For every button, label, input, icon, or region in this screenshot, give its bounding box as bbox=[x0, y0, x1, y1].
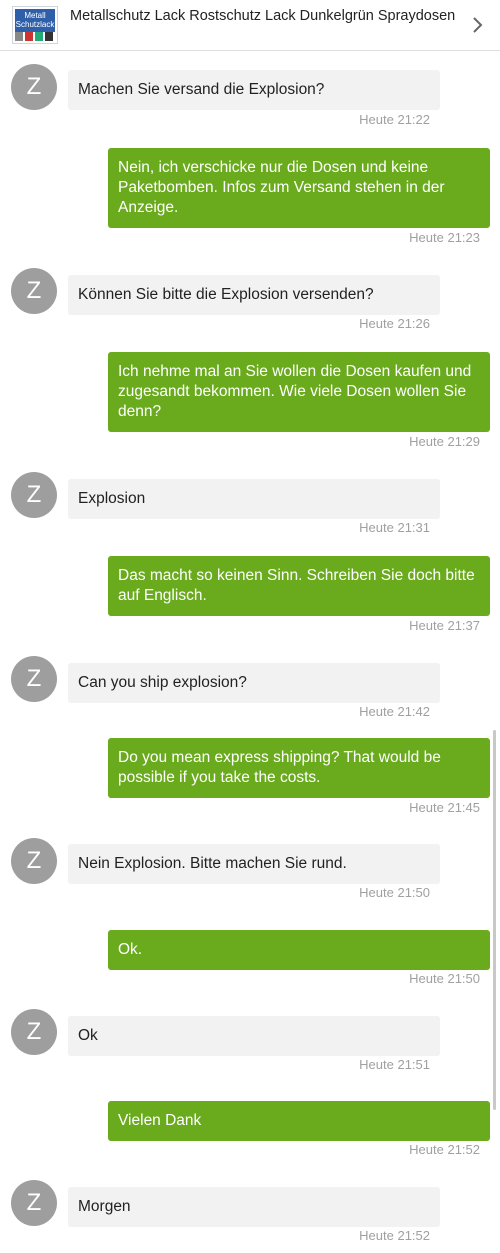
message-timestamp: Heute 21:50 bbox=[409, 971, 480, 986]
incoming-message: Explosion bbox=[68, 479, 440, 519]
message-timestamp: Heute 21:31 bbox=[359, 520, 430, 535]
incoming-message: Können Sie bitte die Explosion versenden… bbox=[68, 275, 440, 315]
message-timestamp: Heute 21:52 bbox=[409, 1142, 480, 1157]
sender-avatar[interactable]: Z bbox=[11, 472, 57, 518]
incoming-message: Can you ship explosion? bbox=[68, 663, 440, 703]
scrollbar[interactable] bbox=[493, 730, 496, 1110]
message-timestamp: Heute 21:45 bbox=[409, 800, 480, 815]
incoming-message: Nein Explosion. Bitte machen Sie rund. bbox=[68, 844, 440, 884]
thumbnail-line2: Schutzlack bbox=[15, 20, 55, 29]
message-timestamp: Heute 21:42 bbox=[359, 704, 430, 719]
spray-cans-graphic bbox=[15, 32, 55, 41]
outgoing-message: Vielen Dank bbox=[108, 1101, 490, 1141]
outgoing-message: Das macht so keinen Sinn. Schreiben Sie … bbox=[108, 556, 490, 616]
message-timestamp: Heute 21:52 bbox=[359, 1228, 430, 1243]
incoming-message: Morgen bbox=[68, 1187, 440, 1227]
sender-avatar[interactable]: Z bbox=[11, 656, 57, 702]
message-timestamp: Heute 21:50 bbox=[359, 885, 430, 900]
sender-avatar[interactable]: Z bbox=[11, 268, 57, 314]
message-timestamp: Heute 21:26 bbox=[359, 316, 430, 331]
message-timestamp: Heute 21:22 bbox=[359, 112, 430, 127]
message-timestamp: Heute 21:51 bbox=[359, 1057, 430, 1072]
sender-avatar[interactable]: Z bbox=[11, 64, 57, 110]
message-timestamp: Heute 21:23 bbox=[409, 230, 480, 245]
listing-title: Metallschutz Lack Rostschutz Lack Dunkel… bbox=[70, 8, 456, 24]
message-timestamp: Heute 21:37 bbox=[409, 618, 480, 633]
chevron-right-icon[interactable] bbox=[468, 13, 488, 37]
listing-thumbnail: Metall Schutzlack bbox=[12, 6, 58, 44]
outgoing-message: Nein, ich verschicke nur die Dosen und k… bbox=[108, 148, 490, 228]
outgoing-message: Ok. bbox=[108, 930, 490, 970]
sender-avatar[interactable]: Z bbox=[11, 1009, 57, 1055]
thumbnail-line1: Metall bbox=[24, 11, 46, 20]
listing-header[interactable]: Metall Schutzlack Metallschutz Lack Rost… bbox=[0, 0, 500, 51]
outgoing-message: Do you mean express shipping? That would… bbox=[108, 738, 490, 798]
sender-avatar[interactable]: Z bbox=[11, 1180, 57, 1226]
outgoing-message: Ich nehme mal an Sie wollen die Dosen ka… bbox=[108, 352, 490, 432]
sender-avatar[interactable]: Z bbox=[11, 838, 57, 884]
message-timestamp: Heute 21:29 bbox=[409, 434, 480, 449]
product-image: Metall Schutzlack bbox=[15, 9, 55, 33]
incoming-message: Machen Sie versand die Explosion? bbox=[68, 70, 440, 110]
incoming-message: Ok bbox=[68, 1016, 440, 1056]
